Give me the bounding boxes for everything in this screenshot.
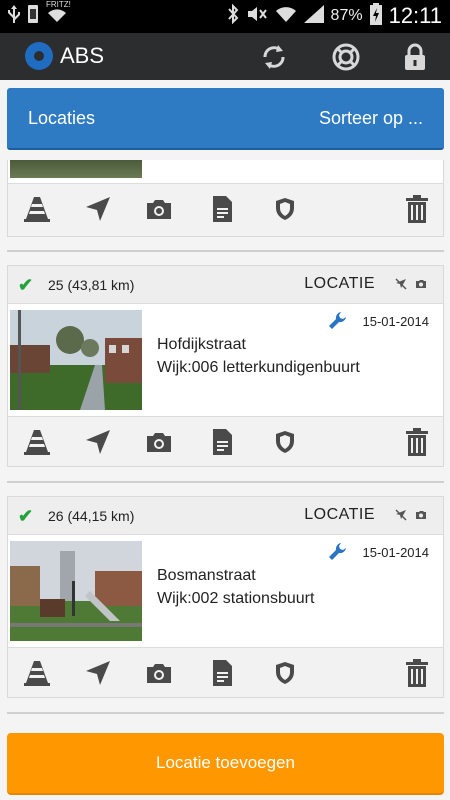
shield-button[interactable] [268, 425, 302, 459]
location-street: Bosmanstraat [157, 567, 256, 584]
location-photo[interactable] [10, 541, 142, 641]
sort-button[interactable]: Sorteer op ... [319, 108, 423, 129]
shield-icon [276, 431, 294, 453]
location-card-partial[interactable] [7, 160, 444, 237]
camera-icon [147, 200, 171, 219]
cone-button[interactable] [20, 656, 54, 690]
location-type: LOCATIE [304, 506, 375, 523]
navigate-icon [86, 430, 110, 454]
lifebuoy-icon [332, 43, 360, 71]
location-photo[interactable] [10, 310, 142, 410]
clock: 12:11 [388, 3, 442, 28]
cone-icon [24, 430, 50, 455]
shield-button[interactable] [268, 656, 302, 690]
mute-icon [246, 5, 268, 28]
battery-charging-icon [369, 2, 382, 30]
hotspot-label: FRITZ! [46, 0, 71, 9]
cone-icon [24, 197, 50, 222]
photo-icon [416, 511, 426, 519]
document-button[interactable] [205, 656, 239, 690]
lock-icon [405, 43, 425, 70]
divider [7, 250, 444, 252]
add-location-button[interactable]: Locatie toevoegen [7, 733, 444, 795]
camera-button[interactable] [142, 656, 176, 690]
trash-icon [406, 659, 428, 687]
no-navigation-icon [395, 509, 407, 521]
camera-icon [147, 664, 171, 683]
document-icon [213, 196, 232, 222]
camera-icon [147, 433, 171, 452]
delete-button[interactable] [400, 425, 434, 459]
camera-button[interactable] [142, 425, 176, 459]
navigate-button[interactable] [81, 656, 115, 690]
cone-icon [24, 661, 50, 686]
bluetooth-icon [227, 3, 239, 29]
location-type: LOCATIE [304, 275, 375, 292]
trash-icon [406, 428, 428, 456]
location-card[interactable]: ✔ 26 (44,15 km) LOCATIE 15-01-2014 Bosma… [7, 496, 444, 698]
divider [7, 481, 444, 483]
shield-button[interactable] [268, 192, 302, 226]
delete-button[interactable] [400, 656, 434, 690]
sim-icon [28, 5, 38, 26]
document-icon [213, 660, 232, 686]
no-navigation-icon [395, 278, 407, 290]
navigate-icon [86, 661, 110, 685]
document-icon [213, 429, 232, 455]
cone-button[interactable] [20, 192, 54, 226]
document-button[interactable] [205, 192, 239, 226]
lock-button[interactable] [397, 39, 433, 75]
shield-icon [276, 198, 294, 220]
location-distance: 25 (43,81 km) [48, 277, 135, 293]
location-photo [10, 160, 142, 178]
location-card[interactable]: ✔ 25 (43,81 km) LOCATIE 15-01-2014 Hofdi… [7, 265, 444, 467]
location-street: Hofdijkstraat [157, 336, 246, 353]
page-title: Locaties [28, 108, 96, 128]
wrench-icon [329, 312, 346, 329]
app-logo-icon [25, 42, 53, 70]
app-bar: ABS [0, 33, 450, 80]
help-button[interactable] [328, 39, 364, 75]
location-wijk: Wijk:002 stationsbuurt [157, 590, 315, 607]
sync-button[interactable] [256, 39, 292, 75]
wrench-icon [329, 543, 346, 560]
trash-icon [406, 195, 428, 223]
check-icon: ✔ [18, 506, 34, 526]
navigate-button[interactable] [81, 425, 115, 459]
battery-percent: 87% [330, 7, 363, 24]
wifi-icon [275, 5, 297, 28]
app-title: ABS [60, 43, 105, 68]
location-wijk: Wijk:006 letterkundigenbuurt [157, 359, 360, 376]
delete-button[interactable] [400, 192, 434, 226]
navigate-icon [86, 197, 110, 221]
locations-header: Locaties Sorteer op ... [7, 88, 444, 150]
status-bar: FRITZ! 87% 12:11 [0, 0, 450, 33]
location-date: 15-01-2014 [362, 545, 430, 560]
location-date: 15-01-2014 [362, 314, 430, 329]
divider [7, 712, 444, 714]
sync-icon [263, 45, 285, 69]
photo-icon [416, 280, 426, 288]
usb-icon [8, 5, 20, 26]
navigate-button[interactable] [81, 192, 115, 226]
signal-icon [303, 4, 324, 28]
wifi-hotspot-icon: FRITZ! [46, 0, 71, 26]
location-distance: 26 (44,15 km) [48, 508, 135, 524]
camera-button[interactable] [142, 192, 176, 226]
document-button[interactable] [205, 425, 239, 459]
shield-icon [276, 662, 294, 684]
check-icon: ✔ [18, 275, 34, 295]
cone-button[interactable] [20, 425, 54, 459]
